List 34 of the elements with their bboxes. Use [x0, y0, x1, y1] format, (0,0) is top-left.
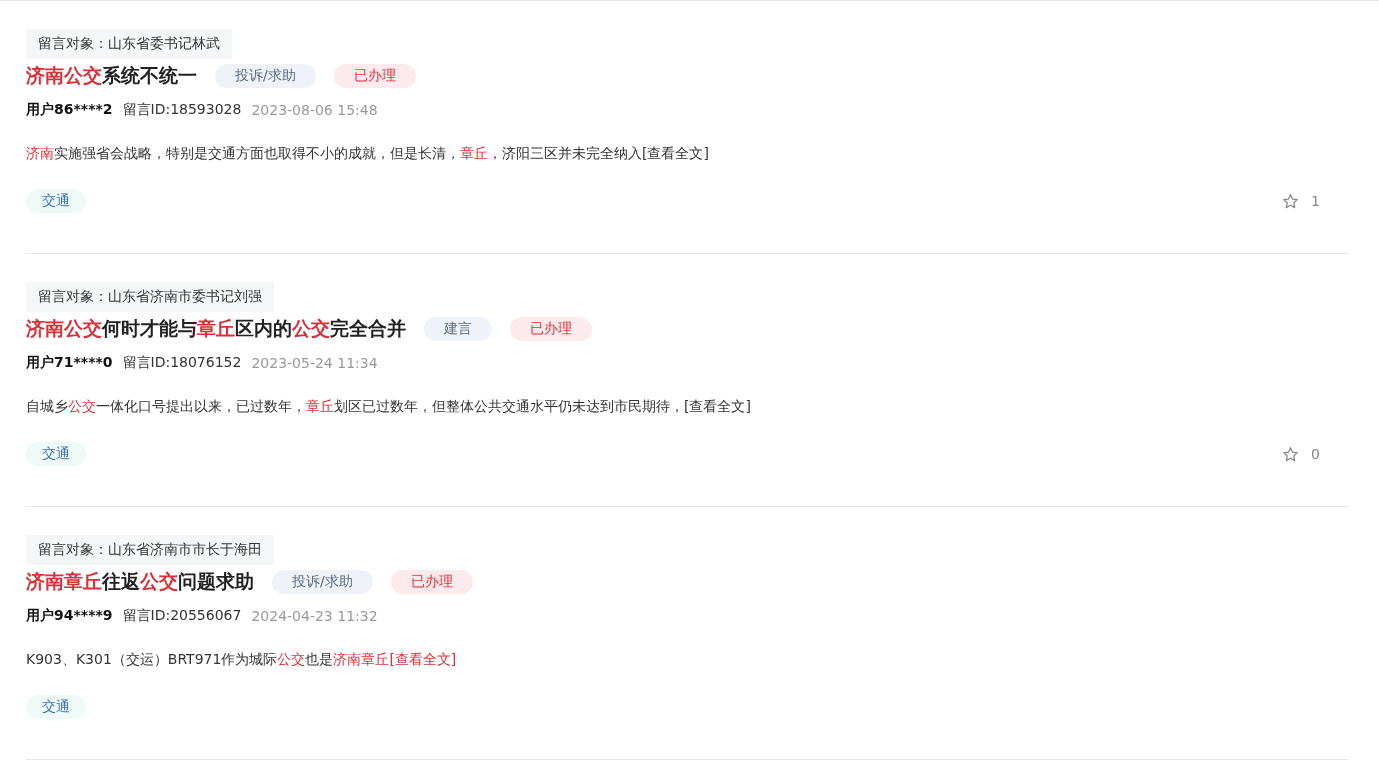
post-excerpt: K903、K301（交运）BRT971作为城际公交也是济南章丘[查看全文]: [26, 651, 457, 669]
post-title[interactable]: 济南章丘往返公交问题求助: [26, 569, 254, 595]
message-id: 留言ID:18076152: [122, 354, 242, 372]
topic-tag[interactable]: 交通: [26, 189, 86, 213]
status-badge: 已办理: [510, 317, 592, 341]
post-time: 2023-05-24 11:34: [251, 355, 378, 371]
status-badge: 已办理: [390, 570, 473, 594]
post-excerpt: 济南实施强省会战略，特别是交通方面也取得不小的成就，但是长清，章丘，济阳三区并未完全纳入[查看全文]: [26, 145, 709, 163]
user-name: 用户94****9: [26, 607, 113, 625]
topic-tag[interactable]: 交通: [26, 695, 86, 719]
read-more-link[interactable]: [查看全文]: [389, 651, 457, 667]
message-id: 留言ID:18593028: [122, 101, 242, 119]
recipient-label: 留言对象：山东省委书记林武: [26, 29, 232, 59]
favorite-button[interactable]: 0: [1282, 445, 1348, 463]
message-id: 留言ID:20556067: [122, 607, 242, 625]
post-excerpt: 自城乡公交一体化口号提出以来，已过数年，章丘划区已过数年，但整体公共交通水平仍未达到市民期待，[查看全文]: [26, 398, 751, 416]
star-icon: [1282, 192, 1300, 210]
recipient-label: 留言对象：山东省济南市委书记刘强: [26, 282, 274, 312]
post-title[interactable]: 济南公交系统不统一: [26, 63, 197, 89]
post-time: 2024-04-23 11:32: [251, 608, 378, 624]
topic-tag[interactable]: 交通: [26, 442, 86, 466]
category-badge: 投诉/求助: [272, 570, 373, 594]
user-name: 用户86****2: [26, 101, 113, 119]
post-time: 2023-08-06 15:48: [251, 102, 378, 118]
recipient-label: 留言对象：山东省济南市市长于海田: [26, 535, 274, 565]
post-title[interactable]: 济南公交何时才能与章丘区内的公交完全合并: [26, 316, 406, 342]
user-name: 用户71****0: [26, 354, 113, 372]
star-icon: [1282, 445, 1300, 463]
favorite-button[interactable]: 1: [1282, 192, 1348, 210]
category-badge: 投诉/求助: [215, 64, 316, 88]
read-more-link[interactable]: [查看全文]: [684, 398, 751, 414]
read-more-link[interactable]: [查看全文]: [642, 145, 709, 161]
category-badge: 建言: [424, 317, 492, 341]
status-badge: 已办理: [333, 64, 416, 88]
